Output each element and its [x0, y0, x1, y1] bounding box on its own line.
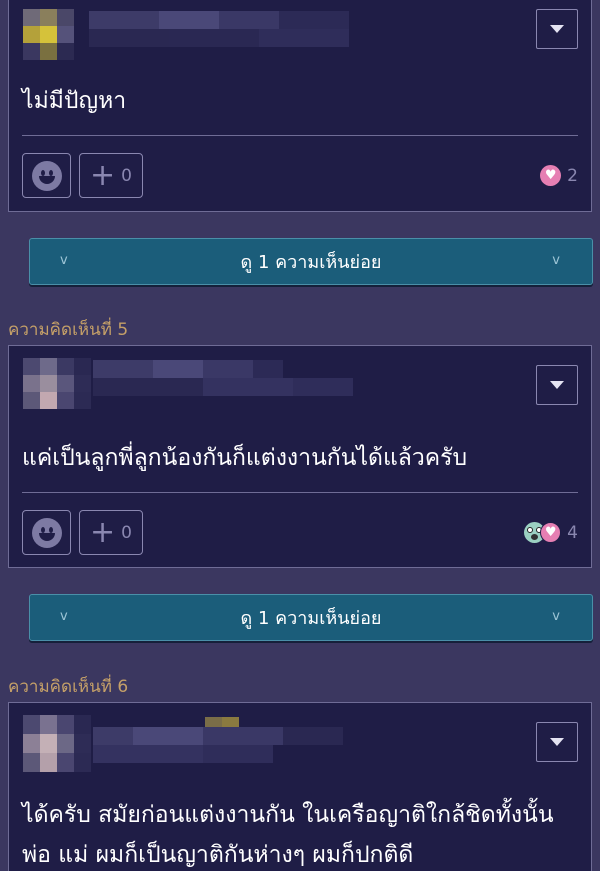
reaction-summary[interactable]: ♥ 2	[540, 165, 578, 186]
comment-text: ไม่มีปัญหา	[22, 88, 127, 114]
plus-vote-button[interactable]: + 0	[79, 510, 143, 555]
chevron-down-icon	[550, 738, 564, 746]
sub-replies-label: ดู 1 ความเห็นย่อย	[240, 252, 382, 273]
comment-menu-button[interactable]	[536, 9, 578, 49]
comment-card: ได้ครับ สมัยก่อนแต่งงานกัน ในเครือญาติใก…	[8, 702, 592, 871]
chevron-down-icon: v	[552, 609, 560, 624]
chevron-down-icon: v	[60, 253, 68, 268]
chevron-down-icon	[550, 25, 564, 33]
view-sub-replies-button[interactable]: v ดู 1 ความเห็นย่อย v	[29, 238, 593, 285]
username-blurred[interactable]	[93, 727, 353, 763]
plus-count: 0	[121, 522, 132, 543]
sub-replies-label: ดู 1 ความเห็นย่อย	[240, 608, 382, 629]
comment-card: ไม่มีปัญหา + 0 ♥ 2	[8, 0, 592, 212]
heart-icon: ♥	[540, 522, 562, 543]
reaction-summary[interactable]: ♥ 4	[524, 522, 578, 543]
comment-number-label: ความคิดเห็นที่ 5	[8, 320, 129, 340]
plus-icon: +	[90, 157, 116, 193]
emoji-react-button[interactable]	[22, 510, 71, 555]
reaction-count: 2	[567, 165, 578, 186]
divider	[22, 492, 578, 493]
comment-text: แค่เป็นลูกพี่ลูกน้องกันก็แต่งงานกันได้แล…	[22, 445, 468, 471]
comment-text-line-1: ได้ครับ สมัยก่อนแต่งงานกัน ในเครือญาติใก…	[22, 802, 554, 828]
plus-count: 0	[121, 165, 132, 186]
heart-icon: ♥	[540, 165, 562, 186]
emoji-react-button[interactable]	[22, 153, 71, 198]
avatar[interactable]	[23, 9, 74, 60]
comment-number-label: ความคิดเห็นที่ 6	[8, 677, 129, 697]
chevron-down-icon: v	[60, 609, 68, 624]
smiley-icon	[31, 517, 62, 548]
avatar[interactable]	[23, 358, 91, 409]
view-sub-replies-button[interactable]: v ดู 1 ความเห็นย่อย v	[29, 594, 593, 641]
smiley-icon	[31, 160, 62, 191]
chevron-down-icon: v	[552, 253, 560, 268]
comment-menu-button[interactable]	[536, 722, 578, 762]
username-blurred[interactable]	[89, 11, 349, 47]
plus-vote-button[interactable]: + 0	[79, 153, 143, 198]
comment-text-line-2: พ่อ แม่ ผมก็เป็นญาติกันห่างๆ ผมก็ปกติดี	[22, 842, 414, 868]
reaction-count: 4	[567, 522, 578, 543]
comment-menu-button[interactable]	[536, 365, 578, 405]
divider	[22, 135, 578, 136]
username-blurred[interactable]	[93, 360, 353, 396]
comment-card: แค่เป็นลูกพี่ลูกน้องกันก็แต่งงานกันได้แล…	[8, 345, 592, 568]
chevron-down-icon	[550, 381, 564, 389]
plus-icon: +	[90, 514, 116, 550]
avatar[interactable]	[23, 715, 91, 772]
